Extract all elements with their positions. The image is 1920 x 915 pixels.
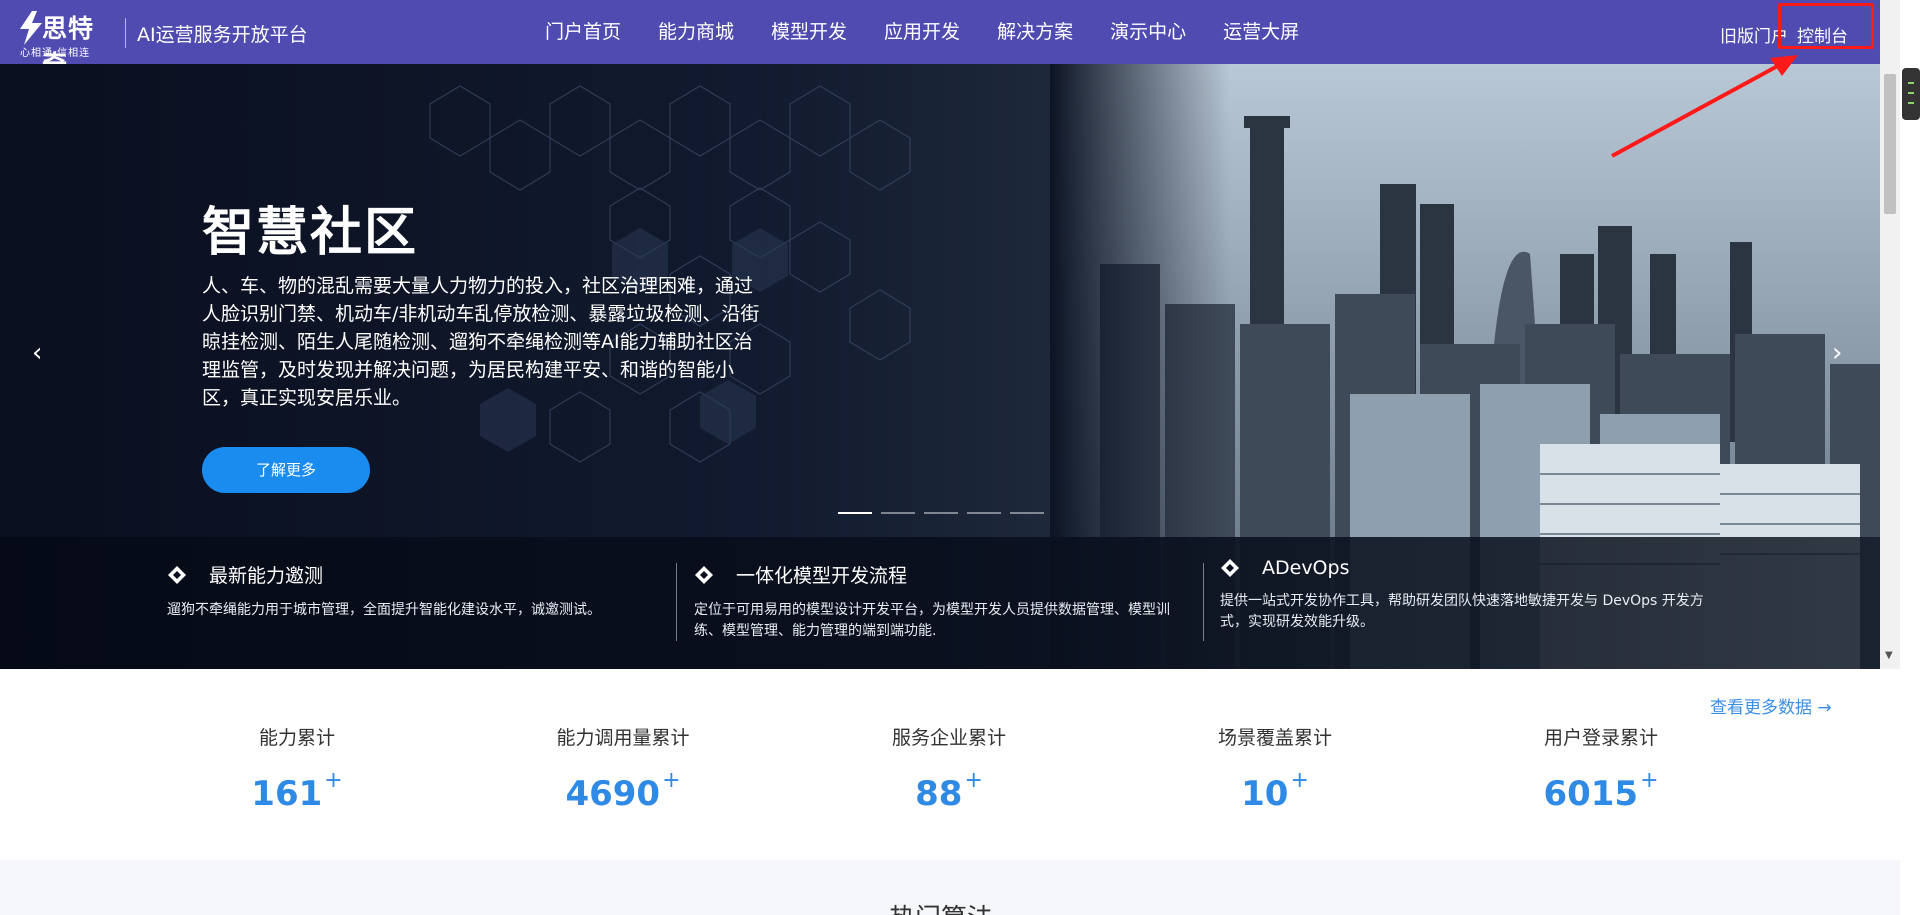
hero-carousel: 智慧社区 人、车、物的混乱需要大量人力物力的投入，社区治理困难，通过人脸识别门禁…: [0, 64, 1880, 669]
carousel-indicator-5[interactable]: [1010, 512, 1044, 514]
stat-label: 能力累计: [258, 727, 335, 749]
nav-item-operations-screen[interactable]: 运营大屏: [1223, 0, 1299, 64]
stat-label: 能力调用量累计: [556, 727, 690, 749]
carousel-indicator-2[interactable]: [881, 512, 915, 514]
top-navigation-bar: 思特奇 心相通·信相连 AI运营服务开放平台 门户首页 能力商城 模型开发 应用…: [0, 0, 1880, 79]
stat-item: 能力累计 161+: [177, 723, 417, 814]
carousel-prev-icon[interactable]: ‹: [32, 338, 42, 368]
nav-item-solutions[interactable]: 解决方案: [997, 0, 1073, 64]
page-scrollbar[interactable]: ▼: [1880, 0, 1900, 669]
feature-divider: [676, 563, 677, 641]
section-title: 热门算法: [889, 898, 993, 915]
main-nav: 门户首页 能力商城 模型开发 应用开发 解决方案 演示中心 运营大屏: [545, 0, 1299, 64]
feature-title: 一体化模型开发流程: [736, 565, 908, 587]
stat-label: 用户登录累计: [1543, 727, 1658, 749]
nav-item-capability-store[interactable]: 能力商城: [658, 0, 734, 64]
feature-divider: [1203, 563, 1204, 641]
old-portal-link[interactable]: 旧版门户: [1720, 22, 1788, 47]
learn-more-button[interactable]: 了解更多: [202, 447, 370, 493]
plus-icon: +: [1640, 768, 1659, 793]
logo-divider: [125, 18, 126, 48]
stat-item: 场景覆盖累计 10+: [1155, 723, 1395, 814]
feature-item[interactable]: 一体化模型开发流程 定位于可用易用的模型设计开发平台，为模型开发人员提供数据管理…: [694, 561, 1180, 642]
plus-icon: +: [324, 768, 343, 793]
carousel-indicator-1[interactable]: [838, 512, 872, 514]
feature-strip: 最新能力邀测 遛狗不牵绳能力用于城市管理，全面提升智能化建设水平，诚邀测试。 一…: [0, 537, 1880, 669]
stat-label: 服务企业累计: [891, 727, 1006, 749]
widget-line-icon: [1908, 92, 1914, 94]
stat-item: 能力调用量累计 4690+: [503, 723, 743, 814]
scroll-down-icon[interactable]: ▼: [1885, 650, 1893, 661]
nav-item-app-development[interactable]: 应用开发: [884, 0, 960, 64]
carousel-indicators: [838, 512, 1053, 514]
view-more-data-link[interactable]: 查看更多数据 →: [1710, 693, 1832, 718]
diamond-icon: [168, 565, 186, 584]
feature-title: 最新能力邀测: [209, 565, 324, 587]
console-link[interactable]: 控制台: [1797, 22, 1848, 47]
logo-slogan: 心相通·信相连: [20, 48, 91, 59]
widget-line-icon: [1908, 82, 1914, 84]
nav-item-demo-center[interactable]: 演示中心: [1110, 0, 1186, 64]
scrollbar-thumb[interactable]: [1884, 74, 1896, 214]
stat-value: 88+: [915, 768, 983, 814]
stat-value: 4690+: [565, 768, 681, 814]
feature-item[interactable]: ADevOps 提供一站式开发协作工具，帮助研发团队快速落地敏捷开发与 DevO…: [1220, 557, 1720, 633]
hero-title: 智慧社区: [202, 203, 419, 263]
side-widget[interactable]: [1902, 68, 1920, 120]
logo[interactable]: 思特奇 心相通·信相连: [18, 7, 118, 79]
stat-value: 6015+: [1543, 768, 1659, 814]
statistics-section: 查看更多数据 → 能力累计 161+ 能力调用量累计 4690+ 服务企业累计 …: [0, 669, 1900, 860]
feature-description: 提供一站式开发协作工具，帮助研发团队快速落地敏捷开发与 DevOps 开发方式，…: [1220, 593, 1704, 630]
nav-item-home[interactable]: 门户首页: [545, 0, 621, 64]
nav-item-model-development[interactable]: 模型开发: [771, 0, 847, 64]
feature-item[interactable]: 最新能力邀测 遛狗不牵绳能力用于城市管理，全面提升智能化建设水平，诚邀测试。: [167, 561, 687, 621]
widget-line-icon: [1908, 102, 1914, 104]
feature-description: 遛狗不牵绳能力用于城市管理，全面提升智能化建设水平，诚邀测试。: [167, 602, 601, 618]
diamond-icon: [695, 565, 713, 584]
plus-icon: +: [662, 768, 681, 793]
stat-item: 用户登录累计 6015+: [1481, 723, 1721, 814]
plus-icon: +: [964, 768, 983, 793]
lightning-logo-icon: [20, 11, 42, 45]
plus-icon: +: [1290, 768, 1309, 793]
stat-value: 10+: [1241, 768, 1309, 814]
stat-label: 场景覆盖累计: [1217, 727, 1332, 749]
hot-algorithms-section: 热门算法: [0, 860, 1900, 915]
carousel-indicator-4[interactable]: [967, 512, 1001, 514]
carousel-next-icon[interactable]: ›: [1832, 338, 1842, 368]
carousel-indicator-3[interactable]: [924, 512, 958, 514]
platform-name: AI运营服务开放平台: [137, 24, 308, 46]
feature-title: ADevOps: [1262, 557, 1350, 579]
hero-description: 人、车、物的混乱需要大量人力物力的投入，社区治理困难，通过人脸识别门禁、机动车/…: [202, 275, 760, 409]
feature-description: 定位于可用易用的模型设计开发平台，为模型开发人员提供数据管理、模型训练、模型管理…: [694, 602, 1170, 639]
stat-item: 服务企业累计 88+: [829, 723, 1069, 814]
diamond-icon: [1221, 559, 1239, 577]
stat-value: 161+: [251, 768, 343, 814]
